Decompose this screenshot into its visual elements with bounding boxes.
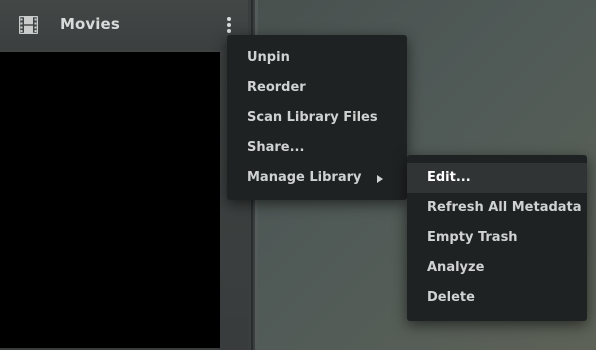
menu-item-scan-library-files[interactable]: Scan Library Files — [227, 103, 407, 133]
menu-item-label: Unpin — [247, 50, 290, 65]
menu-item-label: Edit... — [427, 170, 471, 185]
chevron-right-icon — [377, 175, 383, 183]
submenu-item-analyze[interactable]: Analyze — [407, 253, 587, 283]
library-header: Movies — [0, 0, 248, 50]
menu-item-label: Delete — [427, 290, 475, 305]
menu-item-share[interactable]: Share... — [227, 133, 407, 163]
menu-item-label: Reorder — [247, 80, 306, 95]
submenu-item-empty-trash[interactable]: Empty Trash — [407, 223, 587, 253]
menu-item-label: Refresh All Metadata — [427, 200, 582, 215]
menu-item-manage-library[interactable]: Manage Library — [227, 163, 407, 193]
film-icon — [19, 16, 38, 34]
menu-item-label: Empty Trash — [427, 230, 518, 245]
submenu-item-edit[interactable]: Edit... — [407, 163, 587, 193]
menu-item-label: Analyze — [427, 260, 485, 275]
submenu-item-delete[interactable]: Delete — [407, 283, 587, 313]
kebab-menu-icon[interactable] — [220, 14, 238, 36]
library-title: Movies — [60, 15, 120, 33]
library-sidebar: Movies — [0, 0, 248, 350]
menu-item-unpin[interactable]: Unpin — [227, 43, 407, 73]
poster-placeholder[interactable] — [0, 52, 220, 348]
menu-item-label: Share... — [247, 140, 305, 155]
menu-item-label: Scan Library Files — [247, 110, 378, 125]
menu-item-reorder[interactable]: Reorder — [227, 73, 407, 103]
manage-library-submenu: Edit... Refresh All Metadata Empty Trash… — [407, 155, 587, 321]
menu-item-label: Manage Library — [247, 170, 362, 185]
submenu-item-refresh-all-metadata[interactable]: Refresh All Metadata — [407, 193, 587, 223]
library-context-menu: Unpin Reorder Scan Library Files Share..… — [227, 35, 407, 200]
